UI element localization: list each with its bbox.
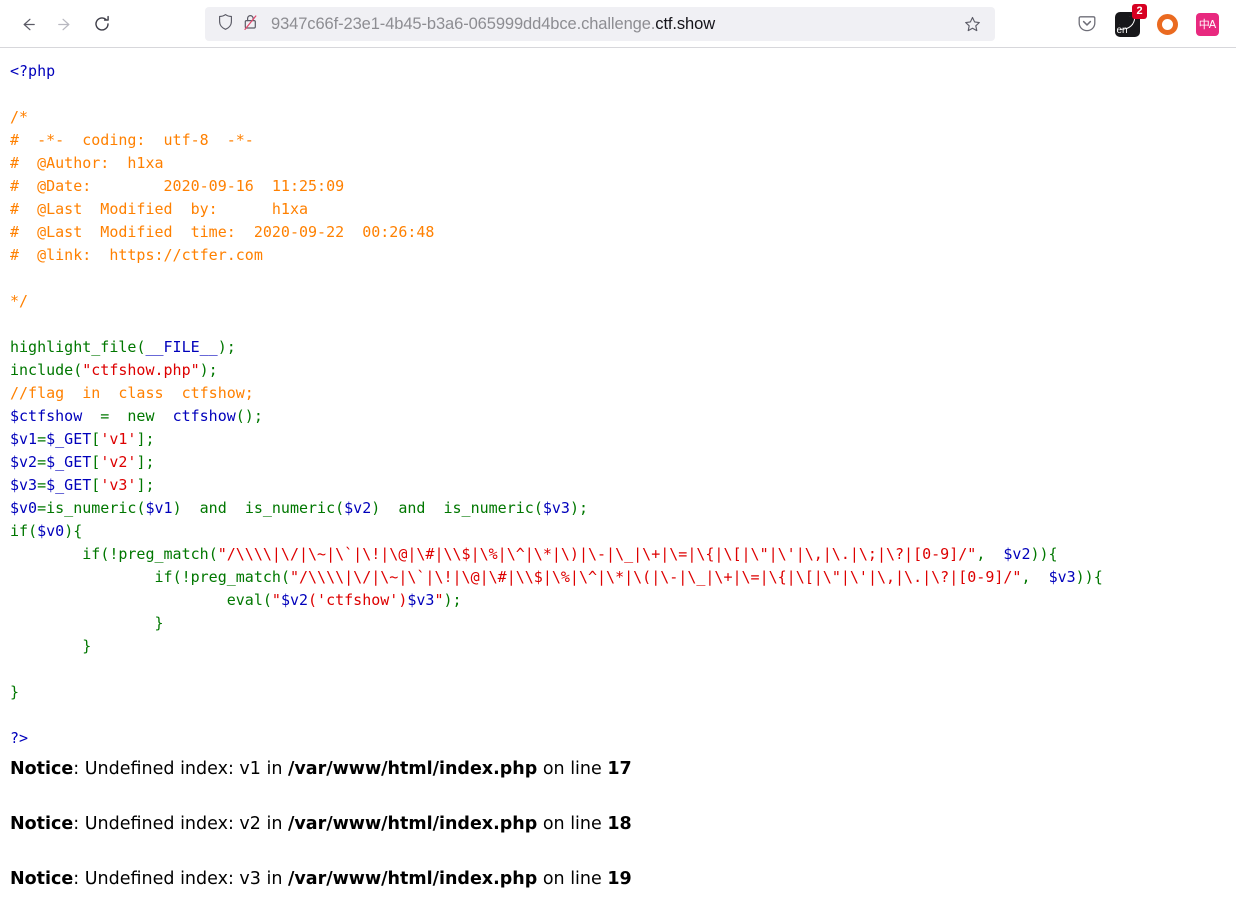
notice-file: /var/www/html/index.php — [287, 814, 538, 834]
url-domain: ctf.show — [655, 14, 716, 33]
key-v2: 'v2' — [100, 453, 137, 471]
extension-circle-button[interactable] — [1152, 9, 1182, 39]
regex-subject-v2: $v2 — [1003, 545, 1031, 563]
superglobal-get-1: $_GET — [46, 430, 92, 448]
cond-v0: $v0 — [37, 522, 65, 540]
kw-if-outer: if — [10, 522, 29, 540]
superglobal-get-2: $_GET — [46, 453, 92, 471]
var-v3: $v3 — [10, 476, 38, 494]
kw-and-1: and — [199, 499, 227, 517]
notice-row: Notice: Undefined index: v2 in /var/www/… — [10, 813, 1226, 835]
notice-label: Notice — [10, 814, 74, 834]
eval-string-close: " — [434, 591, 444, 609]
superglobal-get-3: $_GET — [46, 476, 92, 494]
url-prefix: 9347c66f-23e1-4b45-b3a6-065999dd4bce.cha… — [271, 14, 656, 33]
notice-line: 18 — [607, 814, 632, 834]
forward-arrow-icon — [57, 18, 69, 30]
fn-preg-match-1: preg_match — [118, 545, 209, 563]
kw-and-2: and — [398, 499, 426, 517]
lock-crossed-icon[interactable] — [242, 13, 259, 36]
var-v0: $v0 — [10, 499, 38, 517]
kw-if-inner: if — [154, 568, 173, 586]
star-icon — [964, 16, 980, 31]
php-notices: Notice: Undefined index: v1 in /var/www/… — [0, 758, 1236, 890]
notice-row: Notice: Undefined index: v1 in /var/www/… — [10, 758, 1226, 780]
pocket-icon — [1078, 16, 1096, 32]
bookmark-button[interactable] — [957, 9, 987, 39]
php-close-tag: ?> — [10, 729, 29, 747]
shield-icon[interactable] — [217, 13, 234, 36]
notice-message: : Undefined index: v3 in — [73, 869, 288, 889]
cls-ctfshow: ctfshow — [172, 407, 236, 425]
fn-preg-match-2: preg_match — [190, 568, 281, 586]
back-button[interactable] — [10, 6, 46, 42]
arg-v3: $v3 — [542, 499, 570, 517]
eval-string-open: " — [271, 591, 281, 609]
eval-mid: ('ctfshow') — [308, 591, 408, 609]
regex-v2: "/\\\\|\/|\~|\`|\!|\@|\#|\\$|\%|\^|\*|\)… — [217, 545, 977, 563]
key-v1: 'v1' — [100, 430, 137, 448]
page-content: <?php /* # -*- coding: utf-8 -*- # @Auth… — [0, 48, 1236, 890]
orange-ring-icon — [1156, 13, 1178, 35]
php-source-listing: <?php /* # -*- coding: utf-8 -*- # @Auth… — [10, 62, 1103, 747]
eval-var-v3: $v3 — [407, 591, 435, 609]
notice-line: 17 — [607, 759, 632, 779]
back-arrow-icon — [23, 18, 35, 30]
key-v3: 'v3' — [100, 476, 137, 494]
url-display[interactable]: 9347c66f-23e1-4b45-b3a6-065999dd4bce.cha… — [271, 15, 957, 34]
reload-button[interactable] — [84, 6, 120, 42]
browser-toolbar: 9347c66f-23e1-4b45-b3a6-065999dd4bce.cha… — [0, 0, 1236, 48]
php-open-tag: <?php — [10, 62, 56, 80]
notice-message: : Undefined index: v1 in — [73, 759, 288, 779]
fn-is-numeric-3: is_numeric — [443, 499, 534, 517]
notice-label: Notice — [10, 869, 74, 889]
notice-label: Notice — [10, 759, 74, 779]
kw-if-mid: if — [82, 545, 101, 563]
arg-v1: $v1 — [145, 499, 173, 517]
forward-button[interactable] — [46, 6, 82, 42]
var-v2: $v2 — [10, 453, 38, 471]
notice-online: on line — [537, 814, 608, 834]
address-bar[interactable]: 9347c66f-23e1-4b45-b3a6-065999dd4bce.cha… — [205, 7, 995, 41]
extension-en-button[interactable]: en 2 — [1112, 4, 1147, 39]
pocket-button[interactable] — [1072, 9, 1102, 39]
arg-v2: $v2 — [344, 499, 372, 517]
identity-box — [217, 13, 259, 36]
extension-badge: 2 — [1132, 4, 1147, 19]
notice-line: 19 — [607, 869, 632, 889]
kw-new: new — [127, 407, 155, 425]
regex-v3: "/\\\\|\/|\~|\`|\!|\@|\#|\\$|\%|\^|\*|\(… — [289, 568, 1022, 586]
extension-translate-button[interactable]: 中A — [1192, 9, 1222, 39]
fn-include: include — [10, 361, 74, 379]
var-v1: $v1 — [10, 430, 38, 448]
const-file: __FILE__ — [145, 338, 218, 356]
fn-eval: eval — [226, 591, 263, 609]
eval-var-v2: $v2 — [280, 591, 309, 609]
notice-file: /var/www/html/index.php — [287, 869, 538, 889]
var-ctfshow: $ctfshow — [10, 407, 83, 425]
reload-icon — [95, 15, 109, 31]
en-label: en — [1116, 24, 1128, 36]
php-inline-comment: //flag in class ctfshow; — [10, 384, 254, 402]
php-header-comment: /* # -*- coding: utf-8 -*- # @Author: h1… — [10, 108, 435, 310]
fn-is-numeric-1: is_numeric — [46, 499, 137, 517]
urlbar-container: 9347c66f-23e1-4b45-b3a6-065999dd4bce.cha… — [120, 7, 1072, 41]
fn-highlight-file: highlight_file — [10, 338, 137, 356]
str-ctfshow-php: "ctfshow.php" — [82, 361, 200, 379]
notice-file: /var/www/html/index.php — [287, 759, 538, 779]
toolbar-extensions: en 2 中A — [1072, 4, 1226, 39]
regex-subject-v3: $v3 — [1048, 568, 1076, 586]
fn-is-numeric-2: is_numeric — [244, 499, 336, 517]
notice-online: on line — [537, 759, 608, 779]
notice-online: on line — [537, 869, 608, 889]
notice-row: Notice: Undefined index: v3 in /var/www/… — [10, 868, 1226, 890]
notice-message: : Undefined index: v2 in — [73, 814, 288, 834]
translate-icon: 中A — [1195, 12, 1219, 36]
toolbar-divider — [0, 47, 1236, 48]
